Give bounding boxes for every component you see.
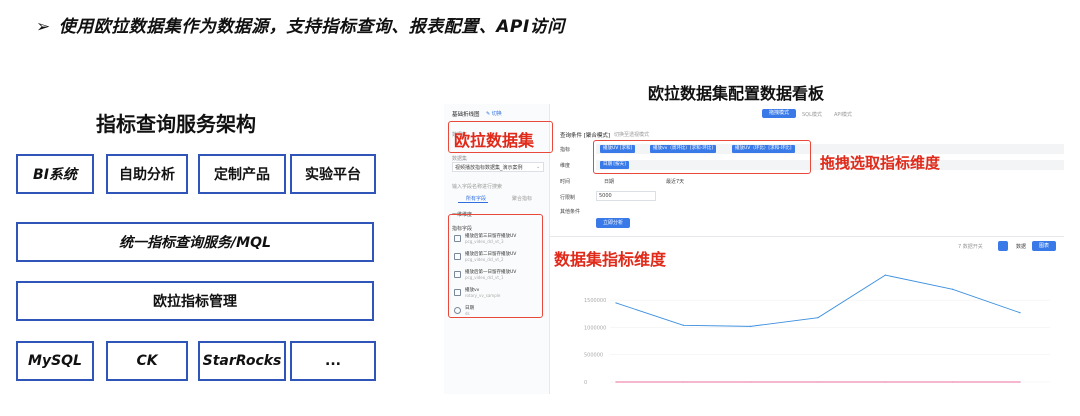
series-line-0 <box>615 274 1021 327</box>
tab-drag-mode[interactable]: 拖拽模式 <box>762 109 796 118</box>
arch-box-more: ... <box>290 341 376 381</box>
dataset-select-value: 视频播放指标数据集_演示案例 <box>455 165 523 171</box>
metric-row-label: 指标 <box>560 147 571 153</box>
y-tick-label: 0 <box>584 380 587 386</box>
chevron-down-icon: ⌄ <box>536 164 541 170</box>
data-point <box>884 274 886 276</box>
data-point <box>615 302 617 304</box>
data-view-button[interactable]: 数据 <box>1016 243 1026 250</box>
dashboard-title: 欧拉数据集配置数据看板 <box>648 84 825 103</box>
time-range-value[interactable]: 最近7天 <box>666 178 684 185</box>
tab-api-mode[interactable]: API模式 <box>834 111 852 118</box>
divider <box>550 236 1064 237</box>
metrics-annotation: 数据集指标维度 <box>554 250 667 269</box>
chart-name: 基础折线图 <box>452 112 480 118</box>
arch-box-starrocks: StarRocks <box>198 341 286 381</box>
data-point <box>750 325 752 327</box>
drag-highlight-box <box>593 140 811 174</box>
query-condition-label: 查询条件 [聚合模式] <box>560 133 611 139</box>
slide-heading: ➢ 使用欧拉数据集作为数据源，支持指标查询、报表配置、API访问 <box>36 12 565 37</box>
data-point <box>884 381 886 383</box>
time-row-label: 时间 <box>560 179 571 185</box>
other-conditions-label: 其他条件 <box>560 209 581 215</box>
analyze-button[interactable]: 立即分析 <box>596 218 630 228</box>
row-limit-label: 行限制 <box>560 195 576 201</box>
data-point <box>682 381 684 383</box>
line-chart: 1500000 1000000 500000 0 <box>584 274 1050 386</box>
row-limit-value: 5000 <box>599 193 612 199</box>
data-point <box>615 381 617 383</box>
data-point <box>1019 381 1021 383</box>
dataset-annotation: 欧拉数据集 <box>454 131 535 150</box>
data-point <box>817 381 819 383</box>
heading-text: 使用欧拉数据集作为数据源，支持指标查询、报表配置、API访问 <box>58 17 565 37</box>
dimension-row-label: 维度 <box>560 163 571 169</box>
data-point <box>750 381 752 383</box>
tab-all-fields[interactable]: 所有字段 <box>466 195 486 202</box>
data-point <box>682 324 684 326</box>
toolbar-icon-button[interactable] <box>998 241 1008 251</box>
arrow-bullet-icon: ➢ <box>36 17 51 37</box>
tab-agg-metrics[interactable]: 聚合指标 <box>512 195 532 202</box>
arch-box-experiment-platform: 实验平台 <box>290 154 376 194</box>
data-point <box>817 317 819 319</box>
field-search-input[interactable]: 输入字段名称进行搜索 <box>452 183 502 190</box>
metrics-highlight-box <box>448 214 543 318</box>
arch-box-mysql: MySQL <box>16 341 94 381</box>
arch-box-ck: CK <box>106 341 188 381</box>
arch-box-metric-management: 欧拉指标管理 <box>16 281 374 321</box>
y-tick-label: 500000 <box>584 353 603 359</box>
edit-tag[interactable]: ✎ 切换 <box>486 110 502 117</box>
time-field-value[interactable]: 日期 <box>604 178 614 185</box>
data-point <box>952 381 954 383</box>
y-tick-label: 1000000 <box>584 325 606 331</box>
dataset-label: 数据集 <box>452 156 468 162</box>
drag-annotation: 拖拽选取指标维度 <box>820 154 941 172</box>
tab-sql-mode[interactable]: SQL模式 <box>802 111 822 118</box>
arch-box-custom-product: 定制产品 <box>198 154 286 194</box>
y-tick-label: 1500000 <box>584 298 606 304</box>
arch-box-query-service: 统一指标查询服务/MQL <box>16 222 374 262</box>
data-switch-label[interactable]: 7 数据开关 <box>958 243 983 250</box>
switch-mode-link[interactable]: 切换至透视模式 <box>614 131 649 138</box>
arch-box-bi: BI系统 <box>16 154 94 194</box>
chart-view-button[interactable]: 图表 <box>1032 241 1056 251</box>
data-point <box>952 288 954 290</box>
arch-box-self-analysis: 自助分析 <box>106 154 188 194</box>
data-point <box>1019 312 1021 314</box>
tab-underline <box>458 202 488 203</box>
architecture-title: 指标查询服务架构 <box>96 112 256 136</box>
